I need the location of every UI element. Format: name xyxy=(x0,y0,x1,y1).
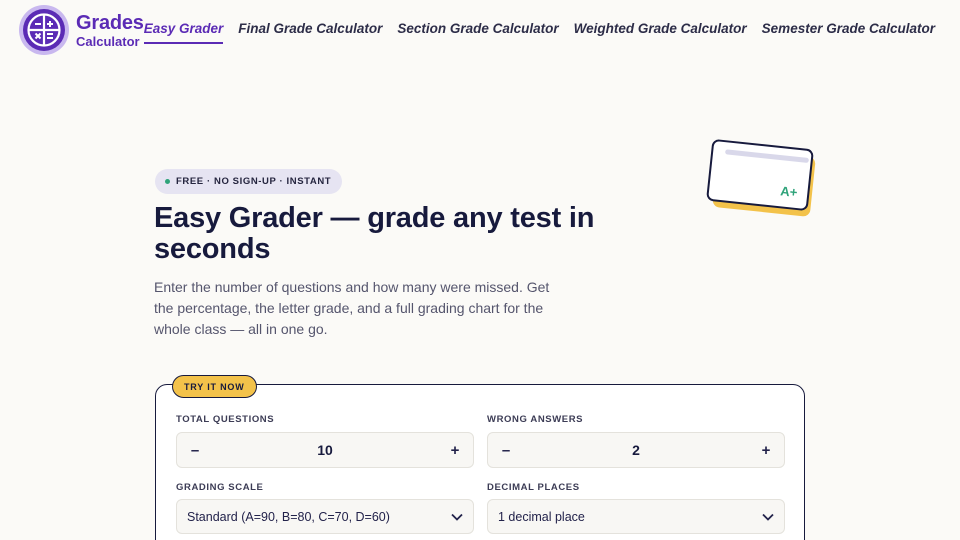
page-title: Easy Grader — grade any test in seconds xyxy=(154,202,595,265)
status-dot-icon xyxy=(165,179,170,184)
decimal-places-value: 1 decimal place xyxy=(498,509,585,524)
grade-card-illustration: A+ xyxy=(706,138,820,222)
wrong-answers-decrement-button[interactable]: – xyxy=(488,433,524,467)
total-questions-decrement-button[interactable]: – xyxy=(177,433,213,467)
chevron-down-icon xyxy=(762,513,774,521)
site-header: Grades Calculator Easy Grader Final Grad… xyxy=(0,0,960,60)
wrong-answers-label: WRONG ANSWERS xyxy=(487,414,584,425)
decimal-places-select[interactable]: 1 decimal place xyxy=(487,499,785,534)
card-front: A+ xyxy=(706,138,814,212)
site-logo[interactable]: Grades Calculator xyxy=(18,4,144,56)
card-grade: A+ xyxy=(779,183,799,200)
chevron-down-icon xyxy=(451,513,463,521)
nav-easy-grader[interactable]: Easy Grader xyxy=(143,21,223,44)
total-questions-increment-button[interactable]: + xyxy=(437,433,473,467)
total-questions-value[interactable]: 10 xyxy=(213,442,437,458)
wrong-answers-increment-button[interactable]: + xyxy=(748,433,784,467)
main-nav: Easy Grader Final Grade Calculator Secti… xyxy=(129,21,935,44)
grading-scale-value: Standard (A=90, B=80, C=70, D=60) xyxy=(187,509,390,524)
card-line xyxy=(724,149,810,164)
total-questions-label: TOTAL QUESTIONS xyxy=(176,414,275,425)
nav-final-grade-calculator[interactable]: Final Grade Calculator xyxy=(238,21,382,44)
page-lead: Enter the number of questions and how ma… xyxy=(154,279,550,337)
total-questions-stepper: – 10 + xyxy=(176,432,474,468)
try-it-now-tag: TRY IT NOW xyxy=(172,375,257,398)
wrong-answers-value[interactable]: 2 xyxy=(524,442,748,458)
nav-semester-grade-calculator[interactable]: Semester Grade Calculator xyxy=(762,21,935,44)
grading-scale-select[interactable]: Standard (A=90, B=80, C=70, D=60) xyxy=(176,499,474,534)
feature-badge: FREE · NO SIGN-UP · INSTANT xyxy=(155,169,343,194)
math-operators-icon xyxy=(18,4,70,56)
grading-scale-label: GRADING SCALE xyxy=(176,482,264,493)
feature-badge-label: FREE · NO SIGN-UP · INSTANT xyxy=(176,176,332,187)
decimal-places-label: DECIMAL PLACES xyxy=(487,482,580,493)
wrong-answers-stepper: – 2 + xyxy=(487,432,785,468)
nav-weighted-grade-calculator[interactable]: Weighted Grade Calculator xyxy=(574,21,747,44)
nav-section-grade-calculator[interactable]: Section Grade Calculator xyxy=(397,21,558,44)
